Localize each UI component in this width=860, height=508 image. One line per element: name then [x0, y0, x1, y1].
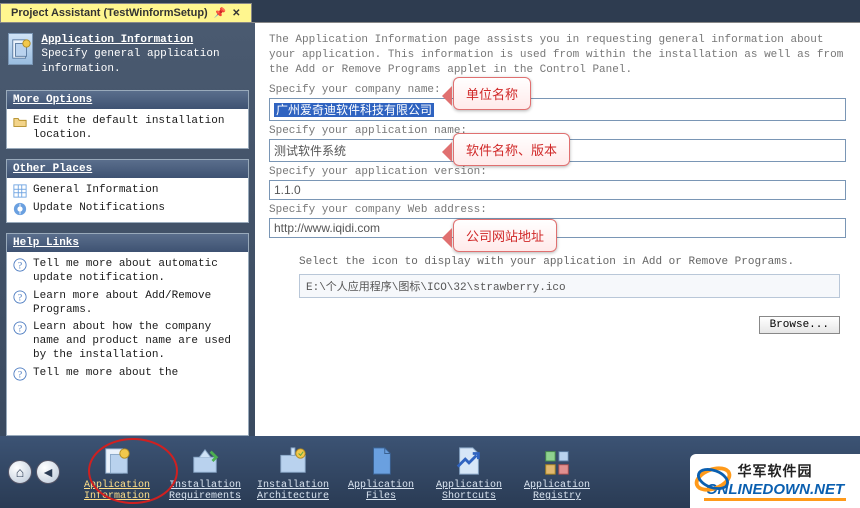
app-info-icon: [100, 444, 134, 478]
close-icon[interactable]: ✕: [232, 8, 240, 19]
sidebar-desc: Specify general application information.: [41, 48, 219, 74]
help-icon: ?: [13, 258, 27, 272]
bottom-nav: ⌂ ◄ Application Information Installation…: [0, 436, 860, 508]
help-company-product[interactable]: ? Learn about how the company name and p…: [11, 319, 244, 364]
sidebar-title: Application Information: [41, 34, 193, 46]
help-more[interactable]: ? Tell me more about the: [11, 365, 244, 383]
step-application-registry[interactable]: Application Registry: [514, 442, 600, 503]
browse-button[interactable]: Browse...: [759, 316, 840, 334]
panel-title: Help Links: [7, 234, 248, 252]
link-update-notifications[interactable]: Update Notifications: [11, 200, 244, 218]
folder-icon: [13, 115, 27, 129]
panel-help-links: Help Links ? Tell me more about automati…: [6, 233, 249, 436]
help-icon: ?: [13, 290, 27, 304]
help-auto-update[interactable]: ? Tell me more about automatic update no…: [11, 256, 244, 288]
files-icon: [364, 444, 398, 478]
step-application-information[interactable]: Application Information: [74, 442, 160, 503]
web-input[interactable]: http://www.iqidi.com: [269, 218, 846, 238]
app-info-icon: [8, 33, 33, 65]
callout-company: 单位名称: [453, 77, 531, 110]
tab-bar: Project Assistant (TestWinformSetup) 📌 ✕: [0, 0, 860, 22]
sidebar: Application Information Specify general …: [0, 23, 255, 436]
company-input[interactable]: 广州爱奇迪软件科技有限公司: [269, 98, 846, 121]
step-application-files[interactable]: Application Files: [338, 442, 424, 503]
callout-appname: 软件名称、版本: [453, 133, 570, 166]
pin-icon[interactable]: 📌: [214, 8, 226, 19]
svg-text:?: ?: [18, 261, 22, 272]
svg-text:?: ?: [18, 324, 22, 335]
update-icon: [13, 202, 27, 216]
web-label: Specify your company Web address:: [269, 204, 846, 216]
registry-icon: [540, 444, 574, 478]
active-tab[interactable]: Project Assistant (TestWinformSetup) 📌 ✕: [0, 3, 252, 22]
appversion-input[interactable]: 1.1.0: [269, 180, 846, 200]
watermark-logo-icon: [694, 460, 732, 498]
sidebar-header: Application Information Specify general …: [6, 29, 249, 80]
nav-back-button[interactable]: ◄: [36, 460, 60, 484]
svg-text:?: ?: [18, 369, 22, 380]
edit-install-location[interactable]: Edit the default installation location.: [11, 113, 244, 145]
watermark: 华军软件园 ONLINEDOWN.NET: [690, 454, 860, 508]
grid-icon: [13, 184, 27, 198]
shortcuts-icon: [452, 444, 486, 478]
link-general-information[interactable]: General Information: [11, 182, 244, 200]
step-installation-requirements[interactable]: Installation Requirements: [162, 442, 248, 503]
requirements-icon: [188, 444, 222, 478]
svg-text:?: ?: [18, 292, 22, 303]
step-application-shortcuts[interactable]: Application Shortcuts: [426, 442, 512, 503]
icon-path-display: E:\个人应用程序\图标\ICO\32\strawberry.ico: [299, 274, 840, 298]
content-area: The Application Information page assists…: [255, 23, 860, 436]
help-add-remove[interactable]: ? Learn more about Add/Remove Programs.: [11, 288, 244, 320]
appversion-label: Specify your application version:: [269, 166, 846, 178]
architecture-icon: [276, 444, 310, 478]
panel-more-options: More Options Edit the default installati…: [6, 90, 249, 150]
help-icon: ?: [13, 367, 27, 381]
tab-title: Project Assistant (TestWinformSetup): [11, 7, 208, 19]
company-label: Specify your company name:: [269, 84, 846, 96]
intro-text: The Application Information page assists…: [269, 33, 846, 78]
callout-web: 公司网站地址: [453, 219, 557, 252]
nav-home-button[interactable]: ⌂: [8, 460, 32, 484]
panel-title: Other Places: [7, 160, 248, 178]
watermark-cn: 华军软件园: [738, 461, 813, 481]
help-icon: ?: [13, 321, 27, 335]
panel-title: More Options: [7, 91, 248, 109]
step-installation-architecture[interactable]: Installation Architecture: [250, 442, 336, 503]
panel-other-places: Other Places General Information Update …: [6, 159, 249, 223]
icon-select-label: Select the icon to display with your app…: [299, 256, 840, 268]
